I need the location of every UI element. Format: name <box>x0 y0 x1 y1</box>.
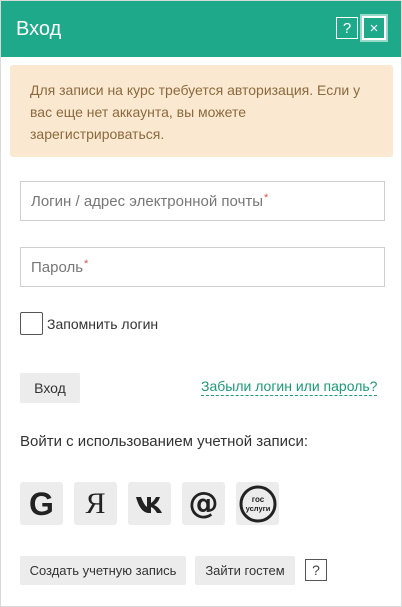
mailru-icon: @ <box>188 485 219 521</box>
remember-login: Запомнить логин <box>20 312 158 335</box>
mailru-login-button[interactable]: @ <box>182 482 225 525</box>
yandex-icon: Я <box>85 486 106 520</box>
login-placeholder: Логин / адрес электронной почты <box>31 192 264 210</box>
oauth-providers: G Я @ гос услуги <box>20 482 279 525</box>
help-button[interactable]: ? <box>336 17 358 39</box>
dialog-header: Вход ? × <box>1 1 401 57</box>
yandex-login-button[interactable]: Я <box>74 482 117 525</box>
remember-label[interactable]: Запомнить логин <box>47 316 158 332</box>
remember-checkbox[interactable] <box>20 312 43 335</box>
password-placeholder: Пароль <box>31 258 84 276</box>
guest-login-button[interactable]: Зайти гостем <box>195 556 295 585</box>
required-mark: * <box>264 192 269 204</box>
vk-icon <box>135 496 162 513</box>
login-button[interactable]: Вход <box>20 373 80 403</box>
dialog-title: Вход <box>16 18 62 40</box>
footer-help-button[interactable]: ? <box>305 559 327 581</box>
auth-required-alert: Для записи на курс требуется авторизация… <box>10 65 393 157</box>
create-account-button[interactable]: Создать учетную запись <box>20 556 186 585</box>
gosuslugi-icon: гос услуги <box>239 485 276 522</box>
forgot-password-link[interactable]: Забыли логин или пароль? <box>201 377 378 396</box>
gosuslugi-text-top: гос <box>251 495 264 504</box>
login-dialog: Вход ? × Для записи на курс требуется ав… <box>0 0 402 607</box>
gosuslugi-login-button[interactable]: гос услуги <box>236 482 279 525</box>
password-input[interactable]: Пароль * <box>20 247 385 287</box>
required-mark: * <box>84 258 89 270</box>
vk-login-button[interactable] <box>128 482 171 525</box>
oauth-title: Войти с использованием учетной записи: <box>20 433 309 450</box>
alert-text: Для записи на курс требуется авторизация… <box>30 82 361 142</box>
close-icon: × <box>369 19 379 37</box>
google-icon: G <box>29 485 54 522</box>
help-icon: ? <box>342 19 352 37</box>
help-icon: ? <box>312 562 320 578</box>
google-login-button[interactable]: G <box>20 482 63 525</box>
login-input[interactable]: Логин / адрес электронной почты * <box>20 181 385 221</box>
close-button[interactable]: × <box>362 16 386 40</box>
gosuslugi-text-bottom: услуги <box>245 504 270 513</box>
